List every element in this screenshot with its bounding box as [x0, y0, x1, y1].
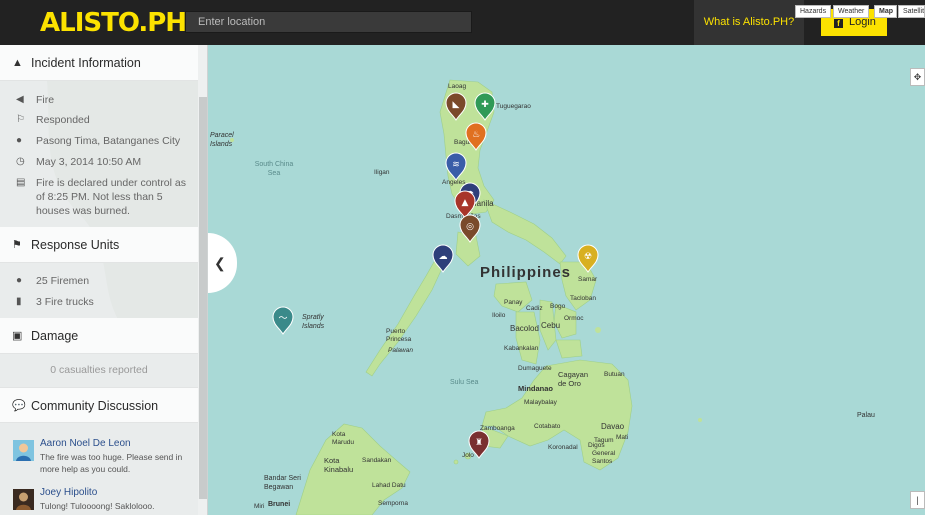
fire-2-marker-icon[interactable]: ♜ — [468, 430, 490, 459]
radiation-marker-icon[interactable]: ☢ — [577, 244, 599, 273]
fire-trucks-count: 3 Fire trucks — [36, 296, 94, 308]
avatar[interactable] — [13, 440, 34, 461]
map-pin-icon: ● — [16, 135, 23, 146]
hazard-map[interactable]: Philippines Paracel Islands South China … — [208, 45, 925, 515]
fire-trucks-row: ▮ 3 Fire trucks — [16, 295, 94, 308]
sidebar-scrollbar[interactable] — [199, 97, 207, 499]
incident-information-title: Incident Information — [31, 56, 141, 70]
map-type-map[interactable]: Map — [874, 5, 897, 18]
person-icon: ● — [16, 275, 23, 286]
landslide-marker-icon[interactable]: ◣ — [445, 92, 467, 121]
zoom-control[interactable]: | — [910, 491, 925, 509]
svg-text:▲: ▲ — [462, 198, 469, 208]
response-units-header[interactable]: ⚑ Response Units — [0, 227, 198, 263]
what-is-alisto-link[interactable]: What is Alisto.PH? — [694, 0, 804, 45]
damage-header[interactable]: ▣ Damage — [0, 318, 198, 354]
svg-text:≋: ≋ — [452, 160, 460, 170]
casualties-text: 0 casualties reported — [50, 364, 148, 376]
fire-extinguisher-icon: ▮ — [16, 296, 22, 307]
top-bar: ALISTO.PH Enter location What is Alisto.… — [0, 0, 925, 45]
incident-information-header[interactable]: ▲ Incident Information — [0, 45, 198, 81]
warning-icon: ▲ — [12, 57, 23, 69]
briefcase-icon: ▣ — [12, 330, 23, 342]
svg-text:☁: ☁ — [439, 252, 448, 262]
earthquake-marker-icon[interactable]: ◎ — [459, 214, 481, 243]
avatar[interactable] — [13, 489, 34, 510]
storm-marker-icon[interactable]: ☁ — [432, 244, 454, 273]
incident-datetime-row: ◷ May 3, 2014 10:50 AM — [16, 155, 141, 168]
incident-description: Fire is declared under control as of 8:2… — [36, 177, 186, 217]
svg-text:◎: ◎ — [466, 222, 474, 232]
firemen-row: ● 25 Firemen — [16, 274, 89, 287]
flag-outline-icon: ⚐ — [16, 114, 25, 125]
app-logo[interactable]: ALISTO.PH — [40, 8, 187, 38]
svg-text:✚: ✚ — [481, 100, 489, 110]
hazard-markers-layer: ◣✚♨≋☂▲◎☁☢〜♜ — [272, 92, 599, 459]
incident-type: Fire — [36, 94, 55, 106]
community-discussion-title: Community Discussion — [31, 399, 159, 413]
facebook-icon: f — [834, 19, 843, 28]
svg-text:〜: 〜 — [278, 314, 287, 324]
volcano-marker-icon[interactable]: ▲ — [454, 190, 476, 219]
incident-description-row: ▤ Fire is declared under control as of 8:… — [16, 176, 186, 217]
map-type-satellite[interactable]: Satellite — [898, 5, 925, 18]
damage-title: Damage — [31, 329, 79, 343]
clock-icon: ◷ — [16, 156, 25, 167]
incident-location-row: ● Pasong Tima, Batanganes City — [16, 134, 180, 147]
svg-text:♨: ♨ — [472, 130, 480, 140]
fire-marker-icon[interactable]: ♨ — [465, 122, 487, 151]
map-type-hazards[interactable]: Hazards — [795, 5, 831, 18]
location-search-input[interactable]: Enter location — [185, 11, 472, 33]
incident-location: Pasong Tima, Batanganes City — [36, 135, 181, 147]
response-units-title: Response Units — [31, 238, 120, 252]
firemen-count: 25 Firemen — [36, 275, 90, 287]
comment-author[interactable]: Joey Hipolito — [40, 487, 97, 498]
incident-datetime: May 3, 2014 10:50 AM — [36, 156, 142, 168]
megaphone-icon: ◀ — [16, 94, 24, 105]
svg-text:◣: ◣ — [453, 100, 460, 110]
map-type-weather[interactable]: Weather — [833, 5, 869, 18]
health-marker-icon[interactable]: ✚ — [474, 92, 496, 121]
incident-type-row: ◀ Fire — [16, 93, 54, 106]
svg-text:♜: ♜ — [475, 438, 483, 448]
comments-icon: 💬 — [12, 400, 26, 412]
incident-sidebar: ▲ Incident Information ◀ Fire ⚐ Responded … — [0, 45, 208, 515]
flood-marker-icon[interactable]: ≋ — [445, 152, 467, 181]
document-icon: ▤ — [16, 177, 26, 188]
comment-text: Tulong! Tuloooong! Saklolooo. — [40, 501, 155, 511]
community-discussion-header[interactable]: 💬 Community Discussion — [0, 387, 198, 423]
comment-author[interactable]: Aaron Noel De Leon — [40, 438, 131, 449]
comment-text: The fire was too huge. Please send in mo… — [40, 452, 183, 474]
pan-control-icon[interactable]: ✥ — [910, 68, 925, 86]
chevron-left-icon: ❮ — [214, 255, 226, 271]
svg-text:☢: ☢ — [584, 252, 592, 262]
flag-icon: ⚑ — [12, 239, 22, 251]
incident-status: Responded — [36, 114, 90, 126]
incident-status-row: ⚐ Responded — [16, 113, 90, 126]
sea-wave-marker-icon[interactable]: 〜 — [272, 306, 294, 335]
